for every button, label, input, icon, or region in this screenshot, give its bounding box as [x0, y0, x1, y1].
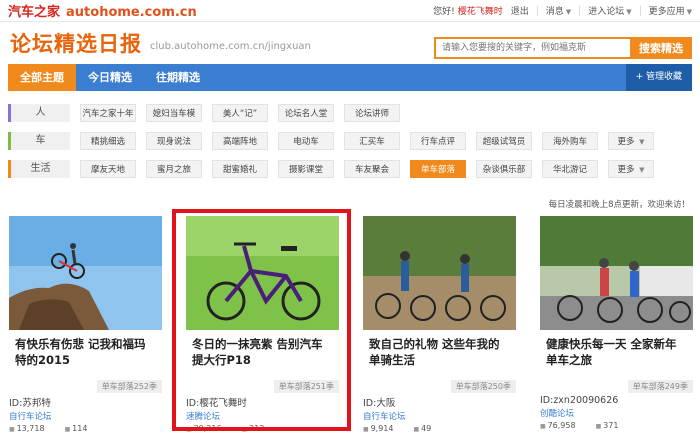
category-row-life: 生活 摩友天地 蜜月之旅 甜蜜婚礼 摄影课堂 车友聚会 单车部落 杂谈俱乐部 华… — [8, 157, 692, 181]
manage-favorites-button[interactable]: + 管理收藏 — [625, 64, 692, 91]
category-label: 车 — [8, 132, 70, 150]
enter-forum-label: 进入论坛 — [588, 7, 625, 17]
category-row-people: 人 汽车之家十年 媳妇当车模 美人“记” 论坛名人堂 论坛讲师 — [8, 101, 692, 125]
chevron-down-icon: ▼ — [686, 8, 692, 16]
article-thumbnail[interactable] — [363, 216, 516, 330]
site-logo[interactable]: 汽车之家 autohome.com.cn — [8, 1, 197, 20]
view-count: 76,958 — [540, 421, 576, 430]
article-thumbnail[interactable] — [9, 216, 162, 330]
category-item[interactable]: 美人“记” — [212, 104, 268, 122]
tab-today[interactable]: 今日精选 — [76, 64, 144, 91]
search-box: 搜索精选 — [434, 37, 692, 59]
top-bar: 汽车之家 autohome.com.cn 您好! 樱花飞舞时 退出 消息 ▼ 进入论… — [0, 0, 700, 22]
article-card[interactable]: 致自己的礼物 这些年我的单骑生活 单车部落250季 ID:大阪 自行车论坛 9,… — [363, 216, 516, 433]
forum-link[interactable]: 自行车论坛 — [363, 410, 516, 422]
category-item[interactable]: 论坛名人堂 — [278, 104, 334, 122]
chevron-down-icon: ▼ — [565, 8, 572, 16]
category-item[interactable]: 汽车之家十年 — [80, 104, 136, 122]
category-item-active[interactable]: 单车部落 — [410, 160, 466, 178]
category-item[interactable]: 甜蜜婚礼 — [212, 160, 268, 178]
category-item[interactable]: 电动车 — [278, 132, 334, 150]
more-apps-menu[interactable]: 更多应用 ▼ — [649, 4, 692, 17]
chevron-down-icon: ▼ — [639, 138, 645, 146]
article-tag: 单车部落250季 — [450, 380, 516, 393]
messages-label: 消息 — [545, 7, 564, 17]
article-card[interactable]: 健康快乐每一天 全家新年单车之旅 单车部落249季 ID:zxn20090626… — [540, 216, 693, 430]
category-label: 生活 — [8, 160, 70, 178]
user-bar: 您好! 樱花飞舞时 退出 消息 ▼ 进入论坛 ▼ 更多应用 ▼ — [433, 4, 692, 17]
category-item[interactable]: 摄影课堂 — [278, 160, 334, 178]
reply-count: 49 — [413, 424, 431, 433]
reply-count: 114 — [65, 424, 87, 433]
chevron-down-icon: ▼ — [626, 8, 632, 16]
forum-link[interactable]: 创酷论坛 — [540, 407, 693, 419]
tab-past[interactable]: 往期精选 — [144, 64, 212, 91]
greeting: 您好! — [433, 7, 455, 17]
category-item[interactable]: 蜜月之旅 — [146, 160, 202, 178]
update-note: 每日凌晨和晚上8点更新，欢迎来访！ — [548, 200, 690, 210]
search-input[interactable] — [434, 37, 630, 59]
forum-link[interactable]: 自行车论坛 — [9, 410, 162, 422]
category-item[interactable]: 行车点评 — [410, 132, 466, 150]
page-url: club.autohome.com.cn/jingxuan — [150, 40, 311, 52]
author-id[interactable]: ID:大阪 — [363, 395, 516, 409]
article-thumbnail[interactable] — [540, 216, 693, 330]
article-tag: 单车部落252季 — [96, 380, 162, 393]
divider — [579, 5, 581, 16]
category-item[interactable]: 汇买车 — [344, 132, 400, 150]
more-dropdown[interactable]: 更多 ▼ — [608, 132, 654, 150]
category-label: 人 — [8, 104, 70, 122]
category-item[interactable]: 超级试驾员 — [476, 132, 532, 150]
category-item[interactable]: 摩友天地 — [80, 160, 136, 178]
more-dropdown[interactable]: 更多 ▼ — [608, 160, 654, 178]
category-item[interactable]: 现身说法 — [146, 132, 202, 150]
category-item[interactable]: 车友聚会 — [344, 160, 400, 178]
category-item[interactable]: 杂谈俱乐部 — [476, 160, 532, 178]
logo-text-cn: 汽车之家 — [8, 5, 61, 20]
article-tag: 单车部落249季 — [627, 380, 693, 393]
logo-text-en: autohome.com.cn — [66, 5, 197, 20]
divider — [536, 5, 538, 16]
divider — [639, 5, 641, 16]
chevron-down-icon: ▼ — [639, 166, 645, 174]
search-button[interactable]: 搜索精选 — [630, 37, 692, 59]
main-nav: 全部主题 今日精选 往期精选 + 管理收藏 — [8, 64, 692, 91]
category-item[interactable]: 高端阵地 — [212, 132, 268, 150]
reply-count: 371 — [596, 421, 618, 430]
page-header: 论坛精选日报 club.autohome.com.cn/jingxuan 搜索精… — [0, 22, 700, 64]
category-item[interactable]: 精挑细选 — [80, 132, 136, 150]
category-row-car: 车 精挑细选 现身说法 高端阵地 电动车 汇买车 行车点评 超级试驾员 海外购车… — [8, 129, 692, 153]
more-label: 更多 — [617, 165, 635, 175]
tab-all-topics[interactable]: 全部主题 — [8, 64, 76, 91]
category-item[interactable]: 论坛讲师 — [344, 104, 400, 122]
category-item[interactable]: 华北游记 — [542, 160, 598, 178]
article-card[interactable]: 有快乐有伤悲 记我和福玛特的2015 单车部落252季 ID:苏邦特 自行车论坛… — [9, 216, 162, 433]
article-title[interactable]: 有快乐有伤悲 记我和福玛特的2015 — [9, 336, 162, 378]
messages-menu[interactable]: 消息 ▼ — [546, 4, 571, 17]
view-count: 13,718 — [9, 424, 45, 433]
page-title[interactable]: 论坛精选日报 — [10, 28, 142, 58]
highlight-box — [172, 209, 351, 431]
author-id[interactable]: ID:苏邦特 — [9, 395, 162, 409]
article-title[interactable]: 致自己的礼物 这些年我的单骑生活 — [363, 336, 516, 378]
article-title[interactable]: 健康快乐每一天 全家新年单车之旅 — [540, 336, 693, 378]
more-apps-label: 更多应用 — [648, 7, 685, 17]
enter-forum-menu[interactable]: 进入论坛 ▼ — [588, 4, 631, 17]
view-count: 9,914 — [363, 424, 394, 433]
author-id[interactable]: ID:zxn20090626 — [540, 395, 693, 406]
more-label: 更多 — [617, 137, 635, 147]
logout-link[interactable]: 退出 — [511, 4, 529, 17]
username-link[interactable]: 樱花飞舞时 — [458, 4, 503, 17]
category-item[interactable]: 海外购车 — [542, 132, 598, 150]
category-item[interactable]: 媳妇当车模 — [146, 104, 202, 122]
